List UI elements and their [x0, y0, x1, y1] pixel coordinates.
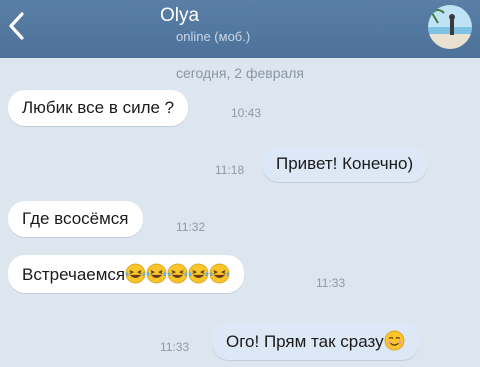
message-bubble-outgoing[interactable]: Привет! Конечно): [262, 146, 428, 182]
laughing-crying-emoji-icon: [167, 263, 188, 284]
message-bubble-incoming[interactable]: Любик все в силе ?: [8, 90, 189, 126]
message-bubble-incoming[interactable]: Где всосёмся: [8, 201, 143, 237]
message-time: 11:32: [176, 220, 206, 234]
message-text: Встречаемся: [22, 265, 126, 284]
message-time: 11:18: [215, 163, 245, 177]
laughing-crying-emoji-icon: [188, 263, 209, 284]
blushing-smile-emoji-icon: [384, 330, 405, 351]
message-text: Ого! Прям так сразу: [226, 332, 384, 351]
message-bubble-outgoing[interactable]: Ого! Прям так сразу: [212, 322, 419, 360]
message-time: 11:33: [316, 276, 346, 290]
chat-header: Olya online (моб.): [0, 0, 480, 58]
chevron-left-icon[interactable]: [2, 6, 32, 46]
message-bubble-incoming[interactable]: Встречаемся: [8, 255, 245, 293]
laughing-crying-emoji-icon: [125, 263, 146, 284]
message-time: 11:33: [160, 340, 190, 354]
contact-name[interactable]: Olya: [160, 6, 199, 26]
message-text: Любик все в силе ?: [22, 98, 175, 117]
avatar[interactable]: [428, 5, 472, 49]
contact-status: online (моб.): [176, 29, 251, 44]
laughing-crying-emoji-icon: [146, 263, 167, 284]
message-time: 10:43: [231, 106, 262, 120]
message-text: Где всосёмся: [22, 209, 129, 228]
message-text: Привет! Конечно): [276, 154, 414, 173]
date-separator: сегодня, 2 февраля: [175, 65, 305, 81]
laughing-crying-emoji-icon: [209, 263, 230, 284]
